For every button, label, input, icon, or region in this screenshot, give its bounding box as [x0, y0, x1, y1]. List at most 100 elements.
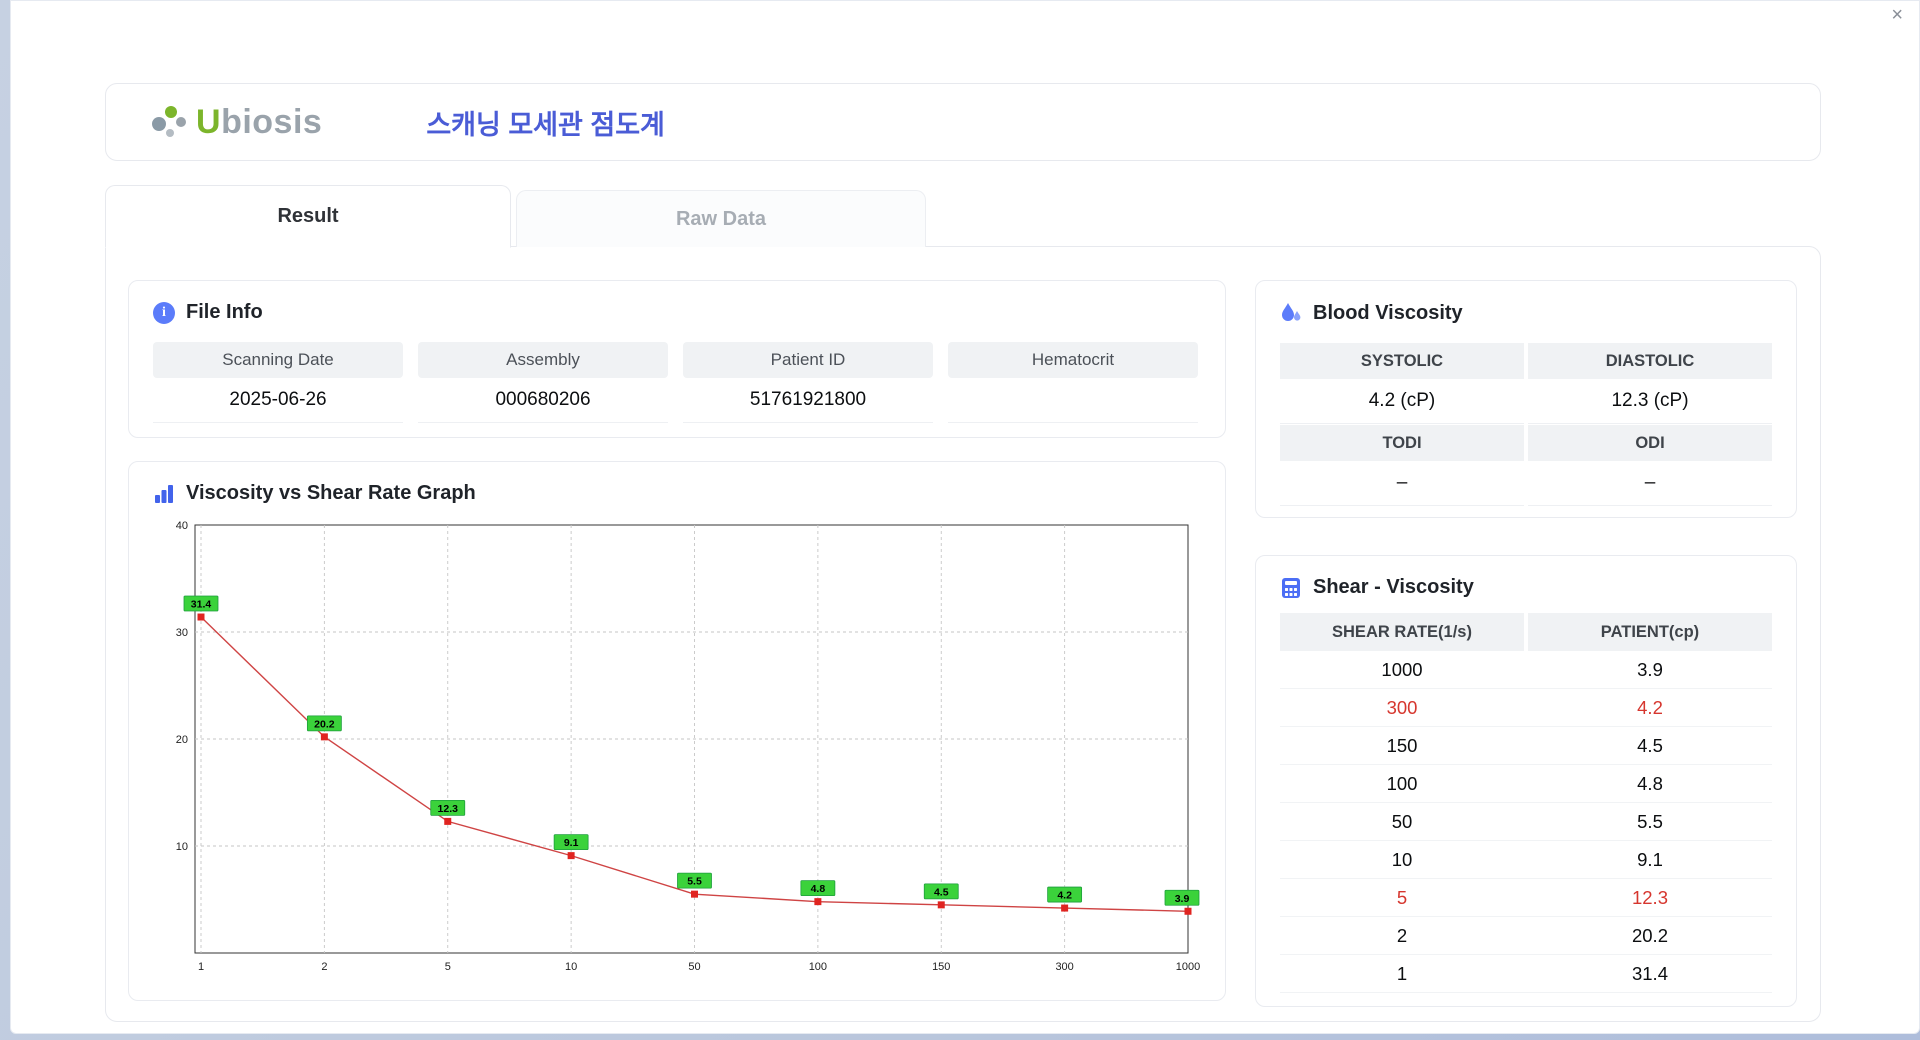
todi-label: TODI: [1280, 425, 1524, 461]
droplet-icon: [1282, 303, 1301, 321]
svg-text:30: 30: [176, 627, 188, 639]
svg-text:150: 150: [932, 961, 950, 973]
table-row: 300 4.2: [1280, 689, 1772, 727]
svg-text:12.3: 12.3: [438, 803, 459, 815]
file-info-card: i File Info Scanning Date 2025-06-26 Ass…: [128, 280, 1226, 438]
line-chart-svg: 10 20 30 40 1 2 5 10 50 100 150 300 1000 31.4 20.2 12.3…: [176, 520, 1200, 973]
table-row: 50 5.5: [1280, 803, 1772, 841]
field-scanning-date: Scanning Date 2025-06-26: [153, 342, 403, 422]
bar-chart-icon: [155, 484, 173, 503]
logo-dots-icon: [152, 106, 186, 137]
column-patient: PATIENT(cp): [1528, 613, 1772, 651]
shear-viscosity-title: Shear - Viscosity: [1313, 576, 1474, 598]
odi-value: –: [1528, 461, 1772, 505]
file-info-fields: Scanning Date 2025-06-26 Assembly 000680…: [129, 324, 1225, 422]
patient-cell: 20.2: [1631, 924, 1668, 946]
svg-text:10: 10: [565, 961, 577, 973]
svg-text:5: 5: [445, 961, 451, 973]
shear-cell: 150: [1386, 734, 1418, 756]
shear-table-header: SHEAR RATE(1/s) PATIENT(cp): [1280, 613, 1772, 651]
svg-text:20: 20: [176, 734, 188, 746]
blood-viscosity-title: Blood Viscosity: [1313, 301, 1463, 324]
shear-cell: 5: [1396, 886, 1408, 908]
graph-title: Viscosity vs Shear Rate Graph: [186, 482, 476, 504]
calculator-icon: [1282, 577, 1300, 598]
tab-result[interactable]: Result: [105, 185, 511, 248]
svg-text:31.4: 31.4: [191, 599, 212, 611]
systolic-label: SYSTOLIC: [1280, 343, 1524, 379]
app-window: × Ubiosis 스캐닝 모세관 점도계 Result Raw Data i …: [10, 0, 1920, 1034]
shear-cell: 10: [1391, 848, 1413, 870]
field-value: 2025-06-26: [153, 378, 403, 422]
systolic-value: 4.2 (cP): [1280, 379, 1524, 423]
svg-text:40: 40: [176, 520, 188, 532]
patient-cell: 4.5: [1637, 734, 1663, 756]
patient-cell: 31.4: [1631, 962, 1668, 984]
shear-cell: 100: [1386, 772, 1418, 794]
diastolic-value: 12.3 (cP): [1528, 379, 1772, 423]
tab-bar: Result Raw Data: [105, 184, 1821, 248]
patient-cell: 3.9: [1637, 658, 1663, 680]
patient-cell: 4.8: [1637, 772, 1663, 794]
field-value: 000680206: [418, 378, 668, 422]
todi-value: –: [1280, 461, 1524, 505]
field-hematocrit: Hematocrit: [948, 342, 1198, 422]
field-label: Scanning Date: [153, 342, 403, 378]
svg-text:20.2: 20.2: [314, 718, 335, 730]
svg-text:9.1: 9.1: [564, 837, 579, 849]
field-label: Assembly: [418, 342, 668, 378]
patient-cell: 12.3: [1631, 886, 1668, 908]
close-icon[interactable]: ×: [1891, 5, 1903, 25]
svg-text:5.5: 5.5: [687, 876, 702, 888]
patient-cell: 5.5: [1637, 810, 1663, 832]
field-label: Patient ID: [683, 342, 933, 378]
table-row: 100 4.8: [1280, 765, 1772, 803]
table-row: 5 12.3: [1280, 879, 1772, 917]
blood-viscosity-grid: SYSTOLIC DIASTOLIC 4.2 (cP) 12.3 (cP) TO…: [1256, 325, 1796, 505]
viscosity-chart: 10 20 30 40 1 2 5 10 50 100 150 300 1000 31.4 20.2 12.3…: [153, 517, 1225, 990]
svg-text:4.2: 4.2: [1057, 890, 1072, 902]
field-assembly: Assembly 000680206: [418, 342, 668, 422]
header-card: Ubiosis 스캐닝 모세관 점도계: [105, 83, 1821, 161]
svg-text:50: 50: [688, 961, 700, 973]
viscosity-graph-card: Viscosity vs Shear Rate Graph 10 20 30 40 1 2…: [128, 461, 1226, 1001]
diastolic-label: DIASTOLIC: [1528, 343, 1772, 379]
file-info-title: File Info: [186, 301, 263, 323]
svg-text:10: 10: [176, 841, 188, 853]
table-row: 150 4.5: [1280, 727, 1772, 765]
odi-label: ODI: [1528, 425, 1772, 461]
page-title: 스캐닝 모세관 점도계: [426, 109, 665, 140]
shear-cell: 300: [1386, 696, 1418, 718]
table-row: 1 31.4: [1280, 955, 1772, 993]
shear-cell: 2: [1396, 924, 1408, 946]
field-patient-id: Patient ID 51761921800: [683, 342, 933, 422]
tab-raw-data[interactable]: Raw Data: [516, 190, 926, 247]
content-panel: i File Info Scanning Date 2025-06-26 Ass…: [105, 246, 1821, 1022]
table-row: 2 20.2: [1280, 917, 1772, 955]
svg-text:100: 100: [809, 961, 827, 973]
svg-text:4.8: 4.8: [811, 883, 826, 895]
shear-cell: 50: [1391, 810, 1413, 832]
field-value: [948, 378, 1198, 422]
svg-text:300: 300: [1055, 961, 1073, 973]
table-row: 1000 3.9: [1280, 651, 1772, 689]
shear-cell: 1: [1396, 962, 1408, 984]
svg-text:3.9: 3.9: [1175, 893, 1190, 905]
field-label: Hematocrit: [948, 342, 1198, 378]
column-shear-rate: SHEAR RATE(1/s): [1280, 613, 1524, 651]
shear-cell: 1000: [1381, 658, 1423, 680]
shear-viscosity-card: Shear - Viscosity SHEAR RATE(1/s) PATIEN…: [1255, 555, 1797, 1007]
svg-text:1000: 1000: [1176, 961, 1200, 973]
info-icon: i: [153, 301, 175, 324]
field-value: 51761921800: [683, 378, 933, 422]
blood-viscosity-card: Blood Viscosity SYSTOLIC DIASTOLIC 4.2 (…: [1255, 280, 1797, 518]
svg-text:4.5: 4.5: [934, 886, 949, 898]
svg-text:1: 1: [198, 961, 204, 973]
table-row: 10 9.1: [1280, 841, 1772, 879]
logo-text: Ubiosis: [196, 102, 323, 141]
patient-cell: 9.1: [1637, 848, 1663, 870]
patient-cell: 4.2: [1637, 696, 1663, 718]
svg-text:2: 2: [321, 961, 327, 973]
shear-table: SHEAR RATE(1/s) PATIENT(cp) 1000 3.9 300…: [1256, 599, 1796, 993]
ubiosis-logo: Ubiosis: [150, 103, 322, 142]
